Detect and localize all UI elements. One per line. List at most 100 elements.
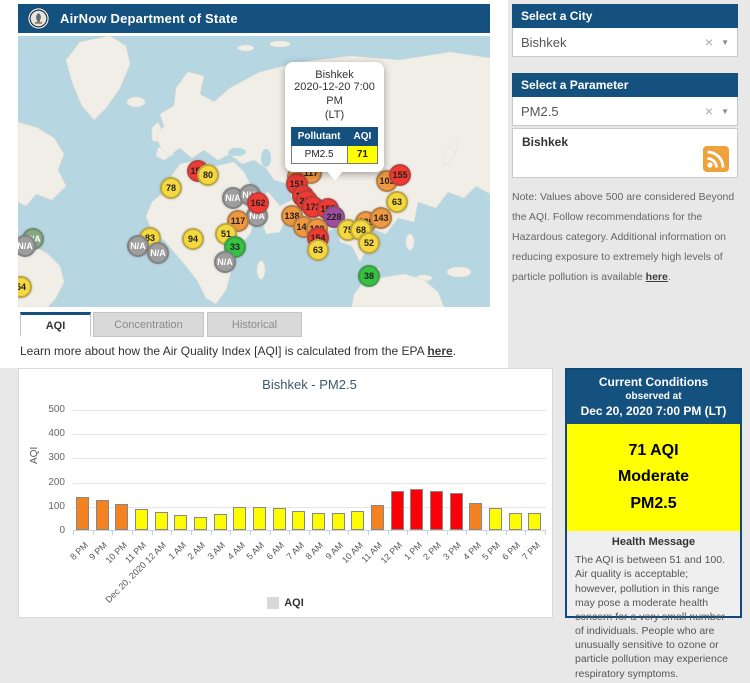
x-axis-tick [368, 531, 369, 535]
chart-bar[interactable] [273, 508, 286, 530]
chart-bar[interactable] [528, 513, 541, 530]
conditions-aqi-value: 71 AQI [571, 438, 736, 464]
health-message-text: The AQI is between 51 and 100. Air quali… [567, 551, 740, 683]
popup-col-pollutant: Pollutant [291, 128, 347, 146]
page-title: AirNow Department of State [60, 11, 238, 26]
parameter-caret-down-icon[interactable]: ▼ [721, 107, 729, 116]
popup-table: Pollutant AQI PM2.5 71 [291, 127, 379, 164]
map-marker[interactable]: 143 [370, 207, 392, 229]
parameter-select[interactable]: PM2.5 × ▼ [512, 97, 738, 126]
chart-bar[interactable] [410, 489, 423, 530]
chart-bar[interactable] [214, 514, 227, 530]
rss-feed-box: Bishkek [512, 128, 738, 178]
x-axis-tick [191, 531, 192, 535]
x-axis-tick [309, 531, 310, 535]
beyond-aqi-note: Note: Values above 500 are considered Be… [512, 188, 740, 288]
chart-bar[interactable] [76, 497, 89, 530]
popup-datetime: 2020-12-20 7:00 PM [290, 81, 379, 109]
city-clear-icon[interactable]: × [705, 35, 713, 49]
chart-bar[interactable] [450, 493, 463, 530]
epa-here-link[interactable]: here [427, 344, 452, 358]
select-parameter-header: Select a Parameter [512, 73, 738, 97]
legend-swatch [267, 597, 279, 609]
x-axis-tick [270, 531, 271, 535]
conditions-title: Current Conditions [571, 375, 736, 389]
city-select[interactable]: Bishkek × ▼ [512, 28, 738, 57]
popup-aqi-value: 71 [347, 146, 378, 164]
map-marker[interactable]: 155 [389, 164, 411, 186]
parameter-clear-icon[interactable]: × [705, 104, 713, 118]
x-axis-tick [171, 531, 172, 535]
note-here-link[interactable]: here [646, 271, 668, 283]
chart-bar[interactable] [135, 509, 148, 530]
rss-city-title: Bishkek [522, 135, 728, 149]
current-conditions-panel: Current Conditions observed at Dec 20, 2… [565, 368, 742, 618]
chart-bar[interactable] [391, 491, 404, 530]
tab-aqi[interactable]: AQI [20, 312, 91, 337]
x-axis-tick [466, 531, 467, 535]
chart-bar[interactable] [96, 500, 109, 530]
chart-bar[interactable] [351, 511, 364, 530]
chart-bar[interactable] [509, 513, 522, 530]
gridline [73, 434, 546, 435]
map-marker[interactable]: N/A [147, 242, 169, 264]
x-axis-tick [427, 531, 428, 535]
map-marker[interactable]: 52 [358, 232, 380, 254]
popup-pointer [327, 171, 343, 181]
x-axis-tick [388, 531, 389, 535]
page: AirNow Department of State [0, 0, 750, 622]
popup-col-aqi: AQI [347, 128, 378, 146]
world-aqi-map[interactable]: 7815080N/AN/AN/A1175133N/A9483N/AN/AN/AN… [18, 36, 490, 307]
city-select-value: Bishkek [521, 35, 705, 50]
y-axis-tick-label: 100 [35, 501, 65, 512]
x-axis-tick [447, 531, 448, 535]
chart-bar[interactable] [469, 503, 482, 530]
chart-bar[interactable] [430, 491, 443, 530]
chart-bar[interactable] [253, 507, 266, 530]
map-marker[interactable]: 162 [247, 192, 269, 214]
y-axis-tick-label: 500 [35, 404, 65, 415]
map-marker[interactable]: N/A [127, 235, 149, 257]
chart-bar[interactable] [194, 517, 207, 530]
x-axis-tick [132, 531, 133, 535]
chart-title: Bishkek - PM2.5 [73, 377, 546, 392]
y-axis-tick-label: 0 [35, 525, 65, 536]
y-axis-tick-label: 400 [35, 428, 65, 439]
chart-bar[interactable] [155, 512, 168, 530]
x-axis-tick [211, 531, 212, 535]
map-marker[interactable]: 94 [182, 228, 204, 250]
map-marker[interactable]: 80 [197, 164, 219, 186]
learn-more-suffix: . [453, 344, 456, 358]
tab-historical[interactable]: Historical [207, 312, 302, 337]
map-marker[interactable]: 63 [386, 191, 408, 213]
chart-bar[interactable] [371, 505, 384, 530]
chart-bar[interactable] [233, 507, 246, 530]
city-caret-down-icon[interactable]: ▼ [721, 38, 729, 47]
note-body: Note: Values above 500 are considered Be… [512, 191, 734, 283]
map-marker[interactable]: N/A [214, 251, 236, 273]
chart-bar[interactable] [312, 513, 325, 530]
x-axis-tick [348, 531, 349, 535]
chart-bar[interactable] [115, 504, 128, 530]
conditions-category: Moderate [571, 464, 736, 490]
chart-bar[interactable] [489, 508, 502, 530]
x-axis-tick [250, 531, 251, 535]
map-marker[interactable]: 63 [307, 239, 329, 261]
map-marker[interactable]: 78 [160, 177, 182, 199]
y-axis-tick-label: 300 [35, 452, 65, 463]
rss-icon[interactable] [703, 146, 729, 172]
gridline [73, 483, 546, 484]
map-marker[interactable]: 38 [358, 265, 380, 287]
popup-pollutant-value: PM2.5 [291, 146, 347, 164]
chart-legend[interactable]: AQI [19, 597, 552, 609]
map-popup: Bishkek 2020-12-20 7:00 PM (LT) Pollutan… [285, 62, 384, 172]
x-axis-tick [545, 531, 546, 535]
learn-more-text: Learn more about how the Air Quality Ind… [20, 344, 456, 358]
x-axis-tick [329, 531, 330, 535]
chart-bar[interactable] [174, 515, 187, 530]
y-axis-tick-label: 200 [35, 477, 65, 488]
tab-concentration[interactable]: Concentration [93, 312, 204, 337]
chart-bar[interactable] [292, 511, 305, 530]
conditions-header: Current Conditions observed at Dec 20, 2… [567, 370, 740, 424]
chart-bar[interactable] [332, 513, 345, 530]
